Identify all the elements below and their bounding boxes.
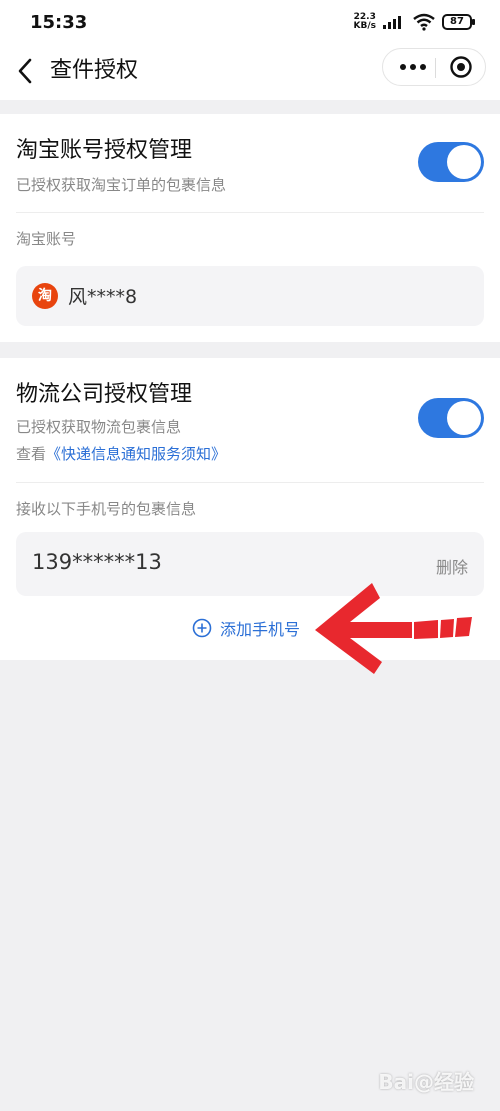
taobao-account-value: 风****8 bbox=[68, 286, 138, 308]
battery-indicator: 87 bbox=[442, 14, 475, 30]
add-phone-button[interactable]: 添加手机号 bbox=[192, 616, 300, 640]
page-title: 查件授权 bbox=[50, 58, 139, 83]
red-arrow-annotation bbox=[315, 583, 472, 674]
back-icon[interactable] bbox=[14, 54, 38, 88]
taobao-auth-desc: 已授权获取淘宝订单的包裹信息 bbox=[16, 176, 227, 194]
network-speed: 22.3 KB/s bbox=[353, 12, 376, 31]
toggle-knob bbox=[447, 145, 481, 179]
watermark: Bai@经验 bbox=[378, 1070, 474, 1094]
logistics-auth-desc: 已授权获取物流包裹信息 bbox=[16, 418, 182, 436]
taobao-auth-title: 淘宝账号授权管理 bbox=[16, 138, 193, 163]
more-icon[interactable] bbox=[395, 49, 431, 85]
logistics-auth-title: 物流公司授权管理 bbox=[16, 382, 193, 407]
toggle-knob bbox=[447, 401, 481, 435]
status-bar: 15:33 22.3 KB/s 87 bbox=[0, 0, 500, 44]
phone-number: 139******13 bbox=[32, 550, 162, 574]
taobao-logo-icon: 淘 bbox=[32, 283, 58, 309]
divider bbox=[16, 212, 484, 213]
taobao-account-row: 淘 风****8 bbox=[16, 266, 484, 326]
logistics-auth-toggle[interactable] bbox=[418, 398, 484, 438]
status-indicators: 22.3 KB/s 87 bbox=[353, 10, 475, 34]
close-miniprogram-icon[interactable] bbox=[443, 49, 479, 85]
notice-link[interactable]: 《快递信息通知服务须知》 bbox=[46, 445, 226, 463]
capsule-divider bbox=[435, 58, 436, 78]
status-time: 15:33 bbox=[30, 12, 88, 33]
signal-icon bbox=[383, 16, 401, 29]
taobao-auth-toggle[interactable] bbox=[418, 142, 484, 182]
add-phone-label: 添加手机号 bbox=[220, 620, 301, 639]
miniprogram-capsule bbox=[382, 48, 486, 86]
nav-bar: 查件授权 bbox=[0, 44, 500, 100]
add-circle-icon bbox=[192, 618, 212, 638]
delete-phone-button[interactable]: 删除 bbox=[436, 554, 468, 578]
taobao-account-label: 淘宝账号 bbox=[16, 230, 77, 248]
notice-line: 查看《快递信息通知服务须知》 bbox=[16, 443, 226, 464]
divider bbox=[16, 482, 484, 483]
view-prefix: 查看 bbox=[16, 445, 47, 463]
receive-phone-label: 接收以下手机号的包裹信息 bbox=[16, 500, 197, 518]
wifi-icon bbox=[413, 13, 435, 31]
taobao-auth-card: 淘宝账号授权管理 已授权获取淘宝订单的包裹信息 淘宝账号 淘 风****8 bbox=[0, 114, 500, 342]
